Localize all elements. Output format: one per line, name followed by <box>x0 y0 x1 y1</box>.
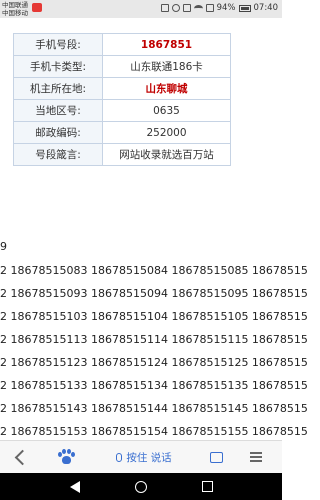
back-icon[interactable] <box>10 441 34 473</box>
info-value: 0635 <box>102 99 231 122</box>
signal-icon <box>205 4 214 12</box>
wifi-icon <box>193 4 203 12</box>
carrier-line-1: 中国联通 <box>2 1 28 9</box>
tabs-icon[interactable] <box>205 441 227 473</box>
nav-home-icon[interactable] <box>126 473 156 500</box>
nfc-icon <box>160 4 169 12</box>
number-line: 2 18678515153 18678515154 18678515155 18… <box>0 425 308 438</box>
vibrate-icon <box>182 4 191 12</box>
battery-percent: 94% <box>216 3 236 13</box>
info-row: 当地区号: 0635 <box>13 99 231 122</box>
alarm-icon <box>171 4 180 12</box>
browser-toolbar: 按住 说话 <box>0 440 282 473</box>
info-row: 手机卡类型: 山东联通186卡 <box>13 55 231 78</box>
system-nav-bar <box>0 473 282 500</box>
carrier-line-2: 中国移动 <box>2 9 28 17</box>
menu-icon[interactable] <box>245 441 267 473</box>
clock: 07:40 <box>253 3 279 13</box>
battery-icon <box>238 4 251 12</box>
info-label: 机主所在地: <box>13 77 103 100</box>
number-line: 2 18678515083 18678515084 18678515085 18… <box>0 264 308 277</box>
voice-input-label: 按住 说话 <box>126 451 172 464</box>
heart-app-icon <box>32 3 42 12</box>
info-label: 手机号段: <box>13 33 103 56</box>
info-value: 山东联通186卡 <box>102 55 231 78</box>
info-label: 手机卡类型: <box>13 55 103 78</box>
number-line: 2 18678515123 18678515124 18678515125 18… <box>0 356 308 369</box>
status-bar: 中国联通 中国移动 94% 07:40 <box>0 0 282 18</box>
info-row: 手机号段: 1867851 <box>13 33 231 56</box>
voice-input-button[interactable]: 按住 说话 <box>104 441 184 473</box>
microphone-icon <box>116 452 123 462</box>
number-line: 2 18678515103 18678515104 18678515105 18… <box>0 310 308 323</box>
status-icons: 94% 07:40 <box>160 3 279 13</box>
number-line: 2 18678515093 18678515094 18678515095 18… <box>0 287 308 300</box>
info-row: 机主所在地: 山东聊城 <box>13 77 231 100</box>
info-value: 252000 <box>102 121 231 144</box>
info-label: 当地区号: <box>13 99 103 122</box>
baidu-paw-icon[interactable] <box>54 441 78 473</box>
nav-back-icon[interactable] <box>60 473 90 500</box>
info-value: 1867851 <box>102 33 231 56</box>
info-row: 邮政编码: 252000 <box>13 121 231 144</box>
carrier-info: 中国联通 中国移动 <box>2 1 28 17</box>
nav-recent-apps-icon[interactable] <box>192 473 222 500</box>
number-line: 2 18678515133 18678515134 18678515135 18… <box>0 379 308 392</box>
number-line: 2 18678515113 18678515114 18678515115 18… <box>0 333 308 346</box>
number-line: 2 18678515143 18678515144 18678515145 18… <box>0 402 308 415</box>
info-value: 山东聊城 <box>102 77 231 100</box>
info-row: 号段箴言: 网站收录就选百万站 <box>13 143 231 166</box>
info-label: 号段箴言: <box>13 143 103 166</box>
number-info-table: 手机号段: 1867851 手机卡类型: 山东联通186卡 机主所在地: 山东聊城 当地区号… <box>13 33 231 166</box>
info-label: 邮政编码: <box>13 121 103 144</box>
number-fragment: 9 <box>0 240 7 253</box>
info-value: 网站收录就选百万站 <box>102 143 231 166</box>
